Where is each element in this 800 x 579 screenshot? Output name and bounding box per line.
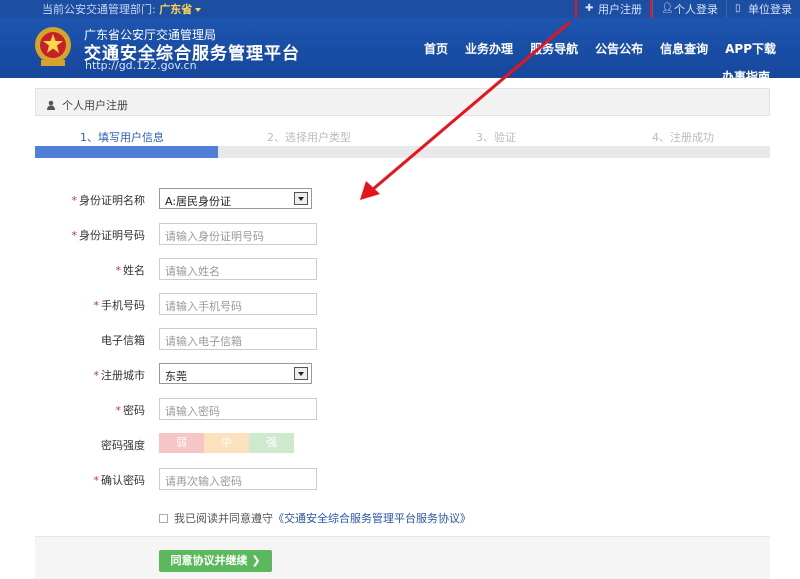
nav-guide[interactable]: 办事指南 (722, 70, 770, 78)
register-link[interactable]: ✚ 用户注册 (575, 0, 652, 20)
password-label: 密码 (123, 404, 145, 417)
nav-home[interactable]: 首页 (424, 40, 448, 57)
current-department[interactable]: 当前公安交通管理部门: 广东省 (42, 1, 202, 17)
name-input[interactable]: 请输入姓名 (159, 258, 317, 280)
name-label: 姓名 (123, 264, 145, 277)
email-input[interactable]: 请输入电子信箱 (159, 328, 317, 350)
step-fill-info: 1、填写用户信息 (80, 131, 164, 144)
agreement-link[interactable]: 《交通安全综合服务管理平台服务协议》 (273, 510, 471, 526)
nav-services[interactable]: 服务导航 (530, 40, 578, 57)
personal-login-link[interactable]: 👤︎ 个人登录 (652, 0, 726, 18)
agree-checkbox[interactable] (159, 513, 168, 523)
user-icon: 👤︎ (661, 3, 674, 14)
strength-row: 密码强度 弱 中 强 (35, 433, 435, 455)
phone-input[interactable]: 请输入手机号码 (159, 293, 317, 315)
panel-title: 个人用户注册 (35, 88, 770, 116)
dropdown-arrow-icon (294, 192, 308, 205)
nav-app-download[interactable]: APP下载 (725, 40, 776, 57)
step-verify: 3、验证 (476, 131, 516, 144)
password-strength-meter: 弱 中 强 (159, 433, 294, 453)
id-type-row: * 身份证明名称 A:居民身份证 (35, 188, 435, 210)
step-success: 4、注册成功 (652, 131, 714, 144)
step-choose-type: 2、选择用户类型 (267, 131, 351, 144)
agree-continue-button[interactable]: 同意协议并继续 ❯ (159, 550, 272, 572)
user-icon (47, 100, 55, 110)
nav-query[interactable]: 信息查询 (660, 40, 708, 57)
strength-medium: 中 (204, 433, 249, 453)
footer-bar (35, 536, 770, 579)
nav-business[interactable]: 业务办理 (465, 40, 513, 57)
step-progress-fill (35, 146, 218, 158)
id-type-label: 身份证明名称 (79, 194, 145, 207)
confirm-label: 确认密码 (101, 474, 145, 487)
id-number-input[interactable]: 请输入身份证明号码 (159, 223, 317, 245)
city-row: * 注册城市 东莞 (35, 363, 435, 385)
strength-strong: 强 (249, 433, 294, 453)
password-row: * 密码 请输入密码 (35, 398, 435, 420)
password-input[interactable]: 请输入密码 (159, 398, 317, 420)
department-name: 广东省 (159, 3, 193, 16)
id-type-select[interactable]: A:居民身份证 (159, 188, 312, 209)
dropdown-arrow-icon (294, 367, 308, 380)
city-select[interactable]: 东莞 (159, 363, 312, 384)
id-number-row: * 身份证明号码 请输入身份证明号码 (35, 223, 435, 245)
building-icon: ▯ (735, 3, 741, 14)
police-emblem-logo (35, 27, 71, 66)
department-prefix: 当前公安交通管理部门: (42, 3, 160, 16)
main-nav: 首页 业务办理 服务导航 公告公布 信息查询 APP下载 (407, 40, 776, 57)
phone-row: * 手机号码 请输入手机号码 (35, 293, 435, 315)
phone-label: 手机号码 (101, 299, 145, 312)
confirm-row: * 确认密码 请再次输入密码 (35, 468, 435, 490)
chevron-down-icon (195, 8, 202, 12)
site-header: 广东省公安厅交通管理局 交通安全综合服务管理平台 http://gd.122.g… (0, 18, 800, 78)
nav-announcements[interactable]: 公告公布 (595, 40, 643, 57)
top-bar: 当前公安交通管理部门: 广东省 ✚ 用户注册 👤︎ 个人登录 ▯ 单位登录 (0, 0, 800, 20)
confirm-password-input[interactable]: 请再次输入密码 (159, 468, 317, 490)
agree-text: 我已阅读并同意遵守 (174, 512, 273, 525)
unit-login-link[interactable]: ▯ 单位登录 (726, 0, 800, 18)
site-url: http://gd.122.gov.cn (85, 59, 197, 72)
email-row: 电子信箱 请输入电子信箱 (35, 328, 435, 350)
strength-label: 密码强度 (101, 439, 145, 452)
chevron-right-icon: ❯ (251, 554, 261, 567)
email-label: 电子信箱 (101, 334, 145, 347)
step-progress-bar (35, 146, 770, 158)
id-number-label: 身份证明号码 (79, 229, 145, 242)
annotation-arrow (360, 20, 571, 200)
strength-weak: 弱 (159, 433, 204, 453)
agreement-row: 我已阅读并同意遵守 《交通安全综合服务管理平台服务协议》 (159, 510, 471, 526)
plus-icon: ✚ (585, 3, 594, 14)
city-label: 注册城市 (101, 369, 145, 382)
name-row: * 姓名 请输入姓名 (35, 258, 435, 280)
